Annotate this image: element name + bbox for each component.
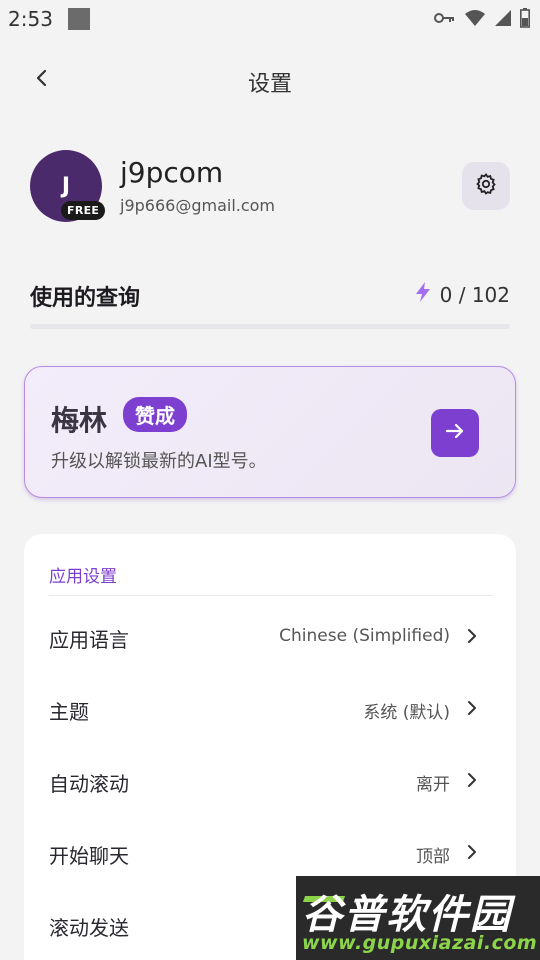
notification-icon <box>68 8 90 30</box>
watermark-logo: 谷普软件园 www.gupuxiazai.com <box>296 876 540 960</box>
setting-row-auto-scroll[interactable]: 自动滚动 离开 <box>24 746 516 818</box>
plan-badge: FREE <box>61 201 106 220</box>
promo-subtitle: 升级以解锁最新的AI型号。 <box>51 451 267 472</box>
setting-row-language[interactable]: 应用语言 Chinese (Simplified) <box>24 602 516 674</box>
watermark-url: www.gupuxiazai.com <box>302 932 538 954</box>
setting-value: Chinese (Simplified) <box>279 626 450 646</box>
status-icons <box>434 8 530 28</box>
usage-section: 使用的查询 0 / 102 <box>30 278 510 332</box>
chevron-right-icon <box>462 770 482 790</box>
lightning-icon <box>414 281 432 308</box>
setting-label: 自动滚动 <box>49 772 129 796</box>
setting-value: 系统 (默认) <box>363 703 450 723</box>
usage-progress-bar <box>30 324 510 329</box>
signal-icon <box>494 9 512 27</box>
usage-label: 使用的查询 <box>30 286 141 311</box>
key-icon <box>434 11 456 25</box>
divider <box>49 595 493 596</box>
avatar-initial: J <box>61 173 71 199</box>
page-title: 设置 <box>247 72 292 97</box>
promo-title: 梅林 <box>51 404 108 437</box>
battery-icon <box>520 8 530 28</box>
setting-label: 主题 <box>49 700 89 724</box>
section-title: 应用设置 <box>49 567 117 587</box>
top-app-bar: 设置 <box>0 56 540 104</box>
setting-label: 应用语言 <box>49 628 129 652</box>
usage-count-group: 0 / 102 <box>414 281 510 308</box>
account-settings-button[interactable] <box>462 162 510 210</box>
setting-value: 顶部 <box>416 847 450 867</box>
user-email: j9p666@gmail.com <box>120 196 276 215</box>
status-time: 2:53 <box>8 7 53 31</box>
usage-count: 0 / 102 <box>439 282 510 307</box>
gear-icon <box>474 172 498 200</box>
chevron-right-icon <box>462 626 482 646</box>
upgrade-card[interactable]: 梅林 赞成 升级以解锁最新的AI型号。 <box>24 366 516 498</box>
profile-section: J FREE j9pcom j9p666@gmail.com <box>30 150 510 230</box>
status-bar: 2:53 <box>0 0 540 38</box>
chevron-right-icon <box>462 698 482 718</box>
setting-row-theme[interactable]: 主题 系统 (默认) <box>24 674 516 746</box>
chevron-right-icon <box>462 842 482 862</box>
setting-value: 离开 <box>416 775 450 795</box>
setting-label: 开始聊天 <box>49 844 129 868</box>
username: j9pcom <box>120 156 224 189</box>
arrow-right-icon <box>444 420 466 446</box>
upgrade-button[interactable] <box>431 409 479 457</box>
wifi-icon <box>464 9 486 27</box>
setting-label: 滚动发送 <box>49 916 129 940</box>
pro-badge: 赞成 <box>123 397 187 432</box>
